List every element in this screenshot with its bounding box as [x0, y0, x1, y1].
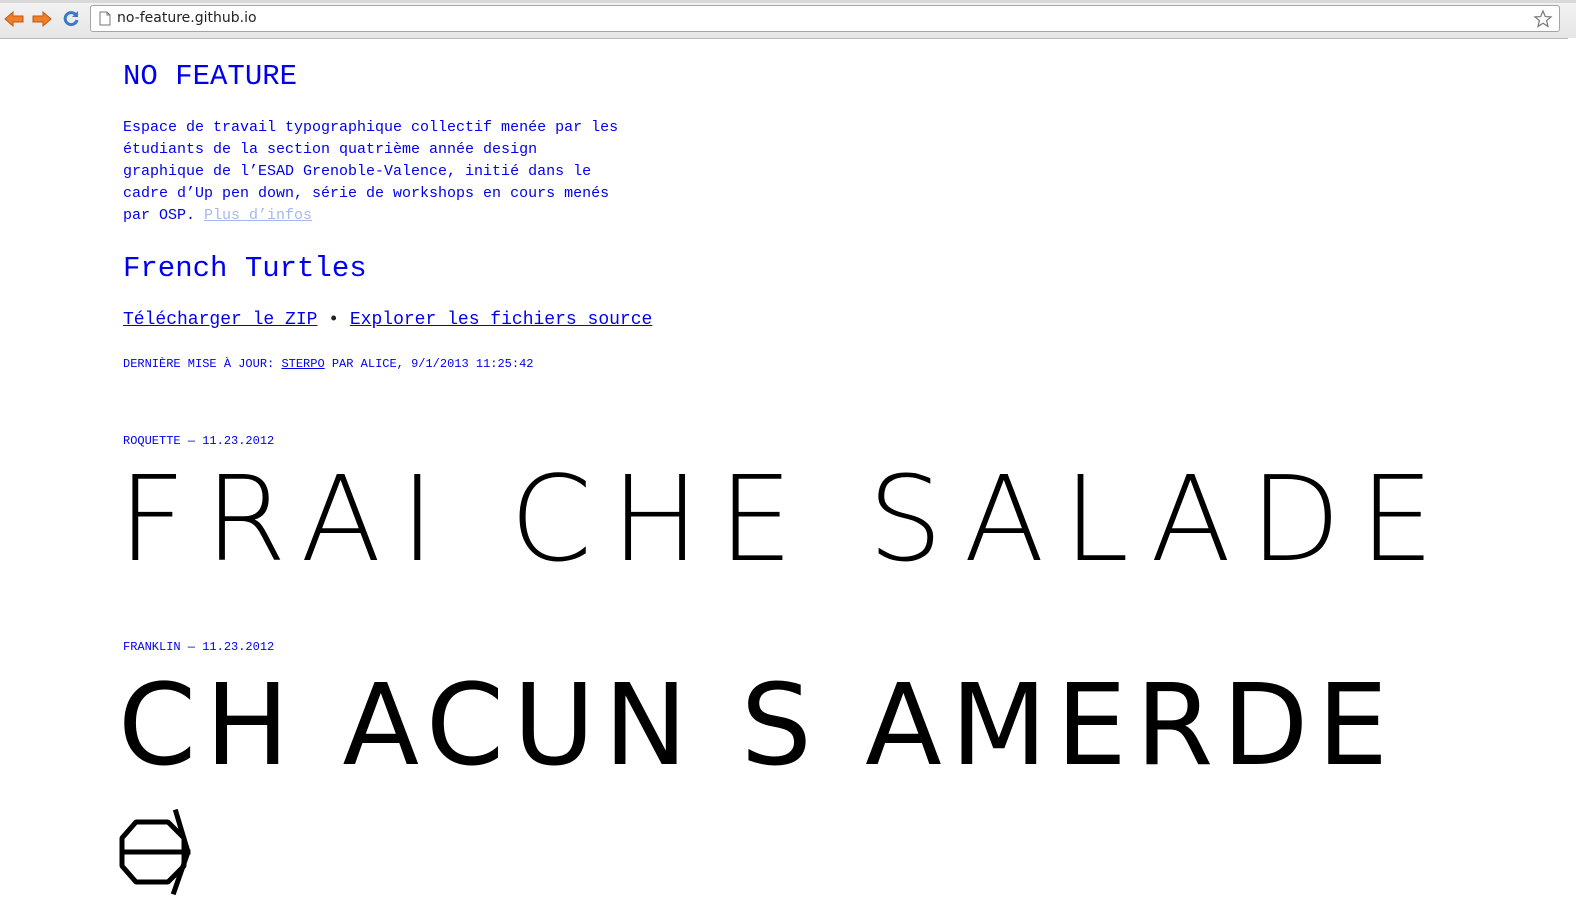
download-links: Télécharger le ZIP • Explorer les fichie… — [123, 310, 652, 330]
specimen-caption: ROQUETTE — 11.23.2012 — [123, 434, 275, 448]
back-arrow-icon — [4, 11, 24, 27]
intro-line: graphique de l’ESAD Grenoble-Valence, in… — [123, 163, 592, 180]
project-title: French Turtles — [123, 252, 367, 285]
back-button[interactable] — [3, 8, 25, 30]
specimen-glyph — [119, 808, 191, 896]
browser-toolbar: no-feature.github.io — [0, 0, 1576, 39]
address-bar[interactable]: no-feature.github.io — [90, 5, 1560, 32]
specimen-sample-franklin: CH ACUN S AMERDE — [118, 661, 1388, 791]
specimen-text: CH ACUN S AMERDE — [118, 661, 1418, 791]
update-author-link[interactable]: sterpo — [281, 357, 324, 371]
intro-paragraph: Espace de travail typographique collecti… — [123, 117, 643, 227]
intro-line: Espace de travail typographique collecti… — [123, 119, 619, 136]
last-update: Dernière mise à jour: sterpo par Alice, … — [123, 357, 534, 371]
link-separator: • — [328, 310, 340, 330]
intro-line: cadre d’Up pen down, série de workshops … — [123, 185, 610, 202]
explore-source-link[interactable]: Explorer les fichiers source — [350, 310, 652, 330]
reload-button[interactable] — [60, 8, 82, 30]
intro-line-text: par OSP. — [123, 207, 205, 224]
update-suffix: par Alice, 9/1/2013 11:25:42 — [324, 357, 534, 371]
specimen-sample-roquette: FRAI CHE SALADE — [118, 450, 1434, 588]
scrollbar-track[interactable] — [1568, 38, 1576, 924]
forward-button[interactable] — [31, 8, 53, 30]
url-text[interactable]: no-feature.github.io — [117, 10, 257, 26]
download-zip-link[interactable]: Télécharger le ZIP — [123, 310, 317, 330]
specimen-text: FRAI CHE SALADE — [118, 450, 1468, 588]
tab-strip-edge — [0, 0, 1576, 3]
intro-line: étudiants de la section quatrième année … — [123, 141, 538, 158]
more-info-link[interactable]: Plus d’infos — [204, 207, 312, 224]
site-title: NO FEATURE — [123, 60, 298, 93]
specimen-caption: FRANKLIN — 11.23.2012 — [123, 640, 275, 654]
star-icon[interactable] — [1533, 9, 1553, 29]
page-icon — [99, 11, 111, 26]
update-prefix: Dernière mise à jour: — [123, 357, 282, 371]
intro-line-last: par OSP. Plus d’infos — [123, 205, 643, 227]
reload-icon — [63, 11, 79, 27]
forward-arrow-icon — [32, 11, 52, 27]
